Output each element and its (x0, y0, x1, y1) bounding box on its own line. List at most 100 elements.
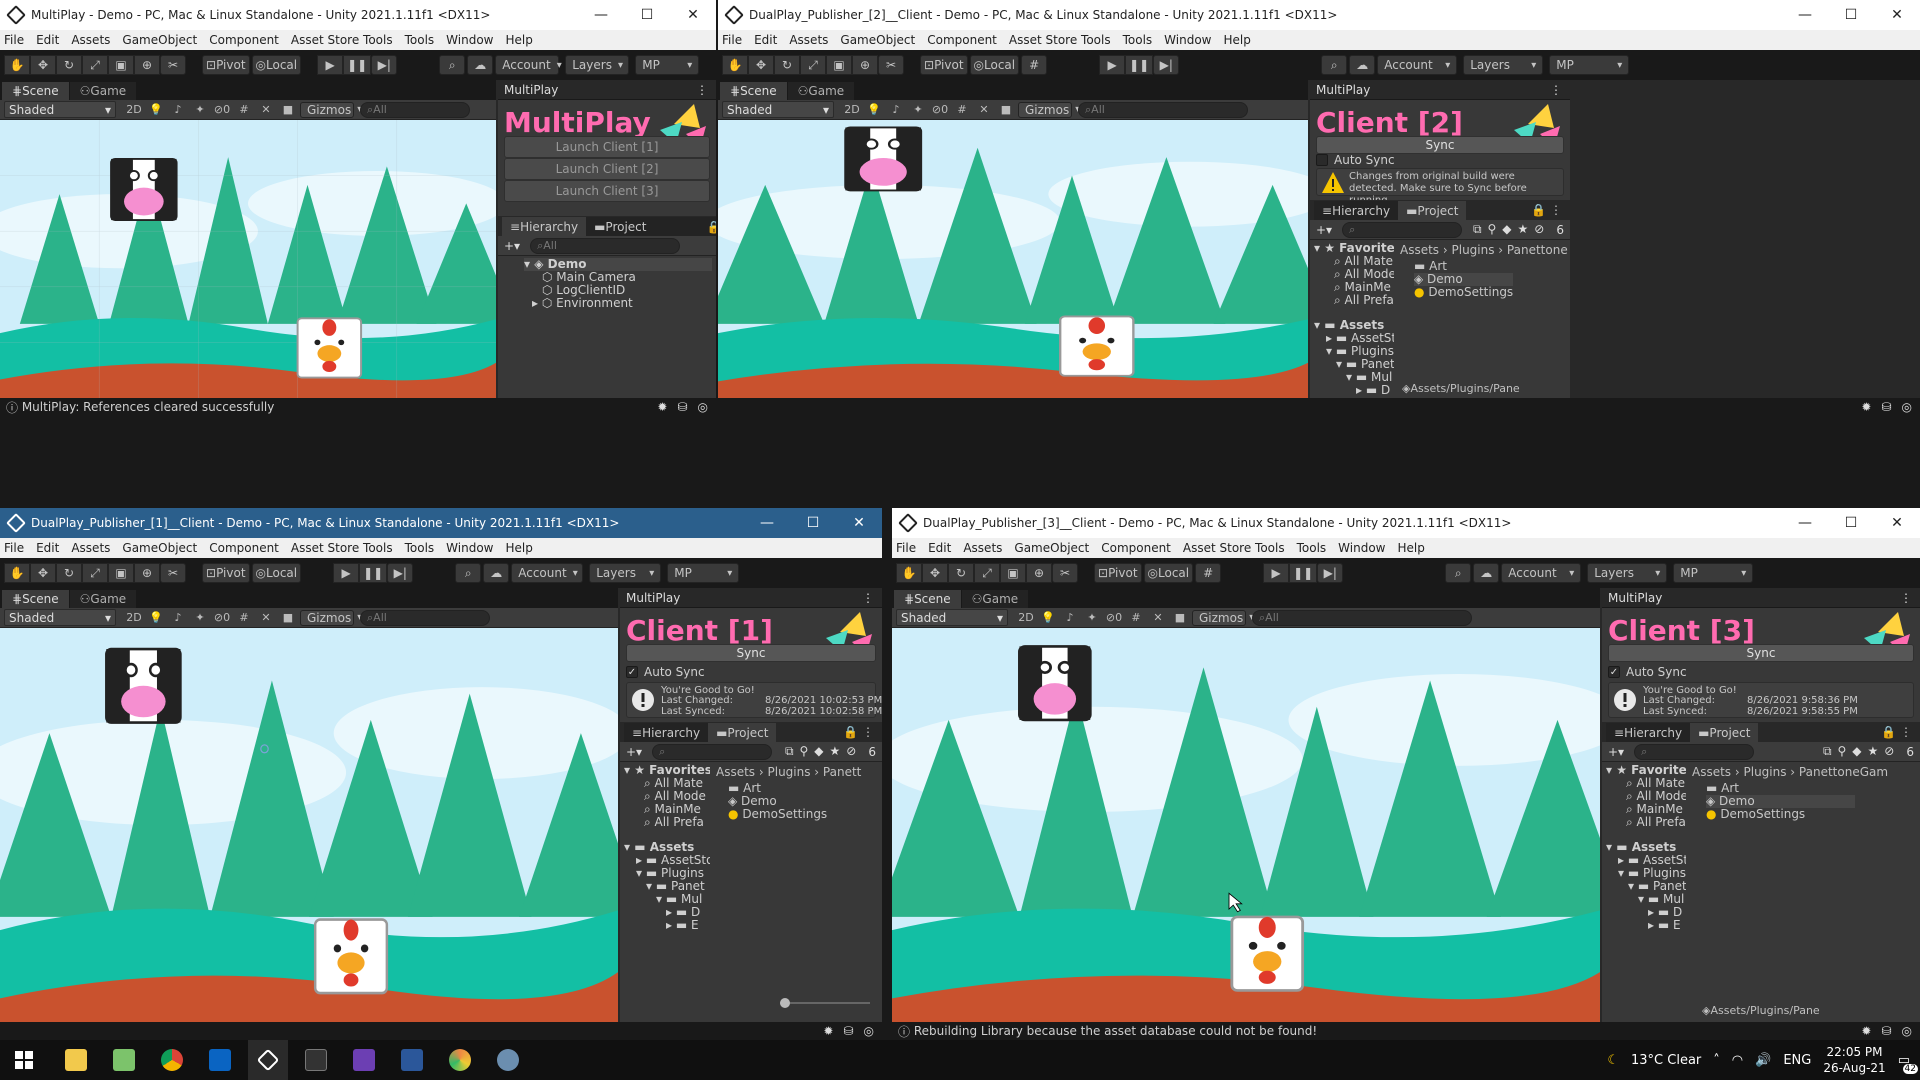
local-toggle[interactable]: ◎ Local (251, 563, 302, 583)
favorite-item[interactable]: ⌕ MainMe (1606, 803, 1686, 816)
project-search-input[interactable]: ⌕ (1634, 743, 1755, 760)
search-icon[interactable]: ⌕ (1445, 563, 1472, 583)
check-icon[interactable]: ◎ (1902, 400, 1912, 414)
asset-folder[interactable]: ▸ ▬ D (1314, 384, 1394, 397)
tab-game[interactable]: ⚇ Game (69, 81, 137, 100)
clock[interactable]: 22:05 PM 26-Aug-21 (1823, 1044, 1885, 1076)
menu-file[interactable]: File (4, 541, 24, 555)
project-search-input[interactable]: ⌕ (1342, 221, 1463, 238)
terminal-icon[interactable] (296, 1040, 336, 1080)
lighting-icon[interactable]: 💡 (1038, 610, 1058, 626)
cache-icon[interactable]: ⛁ (677, 400, 687, 414)
favorites-header[interactable]: ▾ ★ Favorites (1314, 242, 1394, 255)
play-button[interactable]: ▶ (1263, 563, 1290, 583)
tab-game[interactable]: ⚇ Game (787, 81, 855, 100)
lock-icon[interactable]: 🔒 ⋮ (1531, 203, 1562, 217)
menu-asset-store-tools[interactable]: Asset Store Tools (1183, 541, 1285, 555)
step-button[interactable]: ▶| (371, 55, 398, 75)
hierarchy-item[interactable]: ⬡ Main Camera (524, 271, 712, 284)
menu-assets[interactable]: Assets (71, 541, 110, 555)
grid-icon[interactable]: # (234, 610, 254, 626)
menu-window[interactable]: Window (446, 33, 493, 47)
menu-window[interactable]: Window (1164, 33, 1211, 47)
asset-folder[interactable]: ▾ ▬ Plugins (1606, 867, 1686, 880)
wifi-icon[interactable]: ◠ (1732, 1053, 1743, 1068)
layers-dropdown[interactable]: Layers (1463, 55, 1544, 75)
custom-tool-icon[interactable]: ✂ (160, 563, 186, 583)
favorite-item[interactable]: ⌕ All Mater (1314, 255, 1394, 268)
play-button[interactable]: ▶ (1099, 55, 1126, 75)
effects-icon[interactable]: ✦ (190, 610, 210, 626)
scene-canvas[interactable] (892, 628, 1600, 1022)
menu-assets[interactable]: Assets (963, 541, 1002, 555)
lighting-icon[interactable]: 💡 (864, 102, 884, 118)
tab-hierarchy[interactable]: ≡ Hierarchy (624, 723, 709, 742)
tab-game[interactable]: ⚇ Game (961, 589, 1029, 608)
tab-project[interactable]: ▬ Project (708, 723, 777, 742)
asset-folder[interactable]: ▾ ▬ Panet (1314, 358, 1394, 371)
move-tool-icon[interactable]: ✥ (748, 55, 774, 75)
rect-tool-icon[interactable]: ▣ (826, 55, 852, 75)
sync-button[interactable]: Sync (626, 644, 876, 662)
menu-component[interactable]: Component (1101, 541, 1171, 555)
outlook-icon[interactable] (200, 1040, 240, 1080)
transform-tool-icon[interactable]: ⊕ (134, 563, 160, 583)
minimize-button[interactable]: — (1782, 7, 1828, 23)
visual-studio-icon[interactable] (344, 1040, 384, 1080)
layers-dropdown[interactable]: Layers (589, 563, 662, 583)
pause-button[interactable]: ❚❚ (359, 563, 388, 583)
chicken-sprite[interactable] (313, 918, 389, 995)
launch-client-3-button[interactable]: Launch Client [3] (504, 180, 710, 202)
menu-window[interactable]: Window (446, 541, 493, 555)
layout-dropdown[interactable]: MP (667, 563, 740, 583)
scale-tool-icon[interactable]: ⤢ (82, 563, 108, 583)
local-toggle[interactable]: ◎ Local (251, 55, 302, 75)
cache-icon[interactable]: ⛁ (1881, 1024, 1891, 1038)
hierarchy-root[interactable]: ▾ ◈ Demo (524, 258, 712, 271)
menu-asset-store-tools[interactable]: Asset Store Tools (291, 33, 393, 47)
menu-gameobject[interactable]: GameObject (1014, 541, 1089, 555)
menu-assets[interactable]: Assets (71, 33, 110, 47)
scene-canvas[interactable] (0, 120, 496, 398)
grid-snap-icon[interactable]: # (1195, 563, 1222, 583)
layout-dropdown[interactable]: MP (1673, 563, 1754, 583)
breadcrumb-item[interactable]: Panett (823, 765, 861, 779)
auto-sync-toggle[interactable]: ✓ Auto Sync (626, 664, 705, 680)
cache-icon[interactable]: ⛁ (1881, 400, 1891, 414)
favorite-item[interactable]: ⌕ All Mode (624, 790, 710, 803)
move-tool-icon[interactable]: ✥ (922, 563, 948, 583)
hand-tool-icon[interactable]: ✋ (896, 563, 922, 583)
cow-sprite[interactable] (105, 647, 182, 724)
tab-hierarchy[interactable]: ≡ Hierarchy (502, 217, 587, 236)
multiplay-tab[interactable]: MultiPlay ⋮ (620, 588, 882, 608)
app-icon[interactable] (488, 1040, 528, 1080)
menu-edit[interactable]: Edit (36, 33, 59, 47)
pause-button[interactable]: ❚❚ (343, 55, 372, 75)
asset-folder[interactable]: ▸ ▬ D (624, 906, 710, 919)
maximize-button[interactable]: ☐ (624, 7, 670, 23)
transform-tool-icon[interactable]: ⊕ (1026, 563, 1052, 583)
chicken-sprite[interactable] (296, 317, 363, 379)
asset-folder[interactable]: ▸ ▬ D (1606, 906, 1686, 919)
close-button[interactable]: ✕ (1874, 515, 1920, 531)
tab-hierarchy[interactable]: ≡ Hierarchy (1314, 201, 1399, 220)
asset-folder[interactable]: ▸ ▬ E (624, 919, 710, 932)
play-button[interactable]: ▶ (317, 55, 344, 75)
maximize-button[interactable]: ☐ (1828, 515, 1874, 531)
hand-tool-icon[interactable]: ✋ (4, 563, 30, 583)
add-icon[interactable]: +▾ (1608, 745, 1624, 759)
cow-sprite[interactable] (110, 157, 178, 222)
layers-dropdown[interactable]: Layers (565, 55, 630, 75)
weather-widget[interactable]: 13°C Clear (1631, 1053, 1701, 1068)
grid-icon[interactable]: # (234, 102, 254, 118)
auto-sync-checkbox[interactable]: ✓ (626, 666, 638, 678)
menu-tools[interactable]: Tools (1123, 33, 1153, 47)
scene-search-input[interactable]: ⌕ All (360, 101, 470, 118)
add-icon[interactable]: +▾ (626, 745, 642, 759)
hierarchy-item[interactable]: ▸ ⬡ Environment (524, 297, 712, 310)
auto-sync-toggle[interactable]: Auto Sync (1316, 152, 1395, 168)
title-bar[interactable]: DualPlay_Publisher_[2]__Client - Demo - … (718, 0, 1920, 30)
file-item[interactable]: ● DemoSettings (1706, 808, 1855, 821)
asset-folder[interactable]: ▾ ▬ Panet (624, 880, 710, 893)
favorite-item[interactable]: ⌕ MainMe (624, 803, 710, 816)
